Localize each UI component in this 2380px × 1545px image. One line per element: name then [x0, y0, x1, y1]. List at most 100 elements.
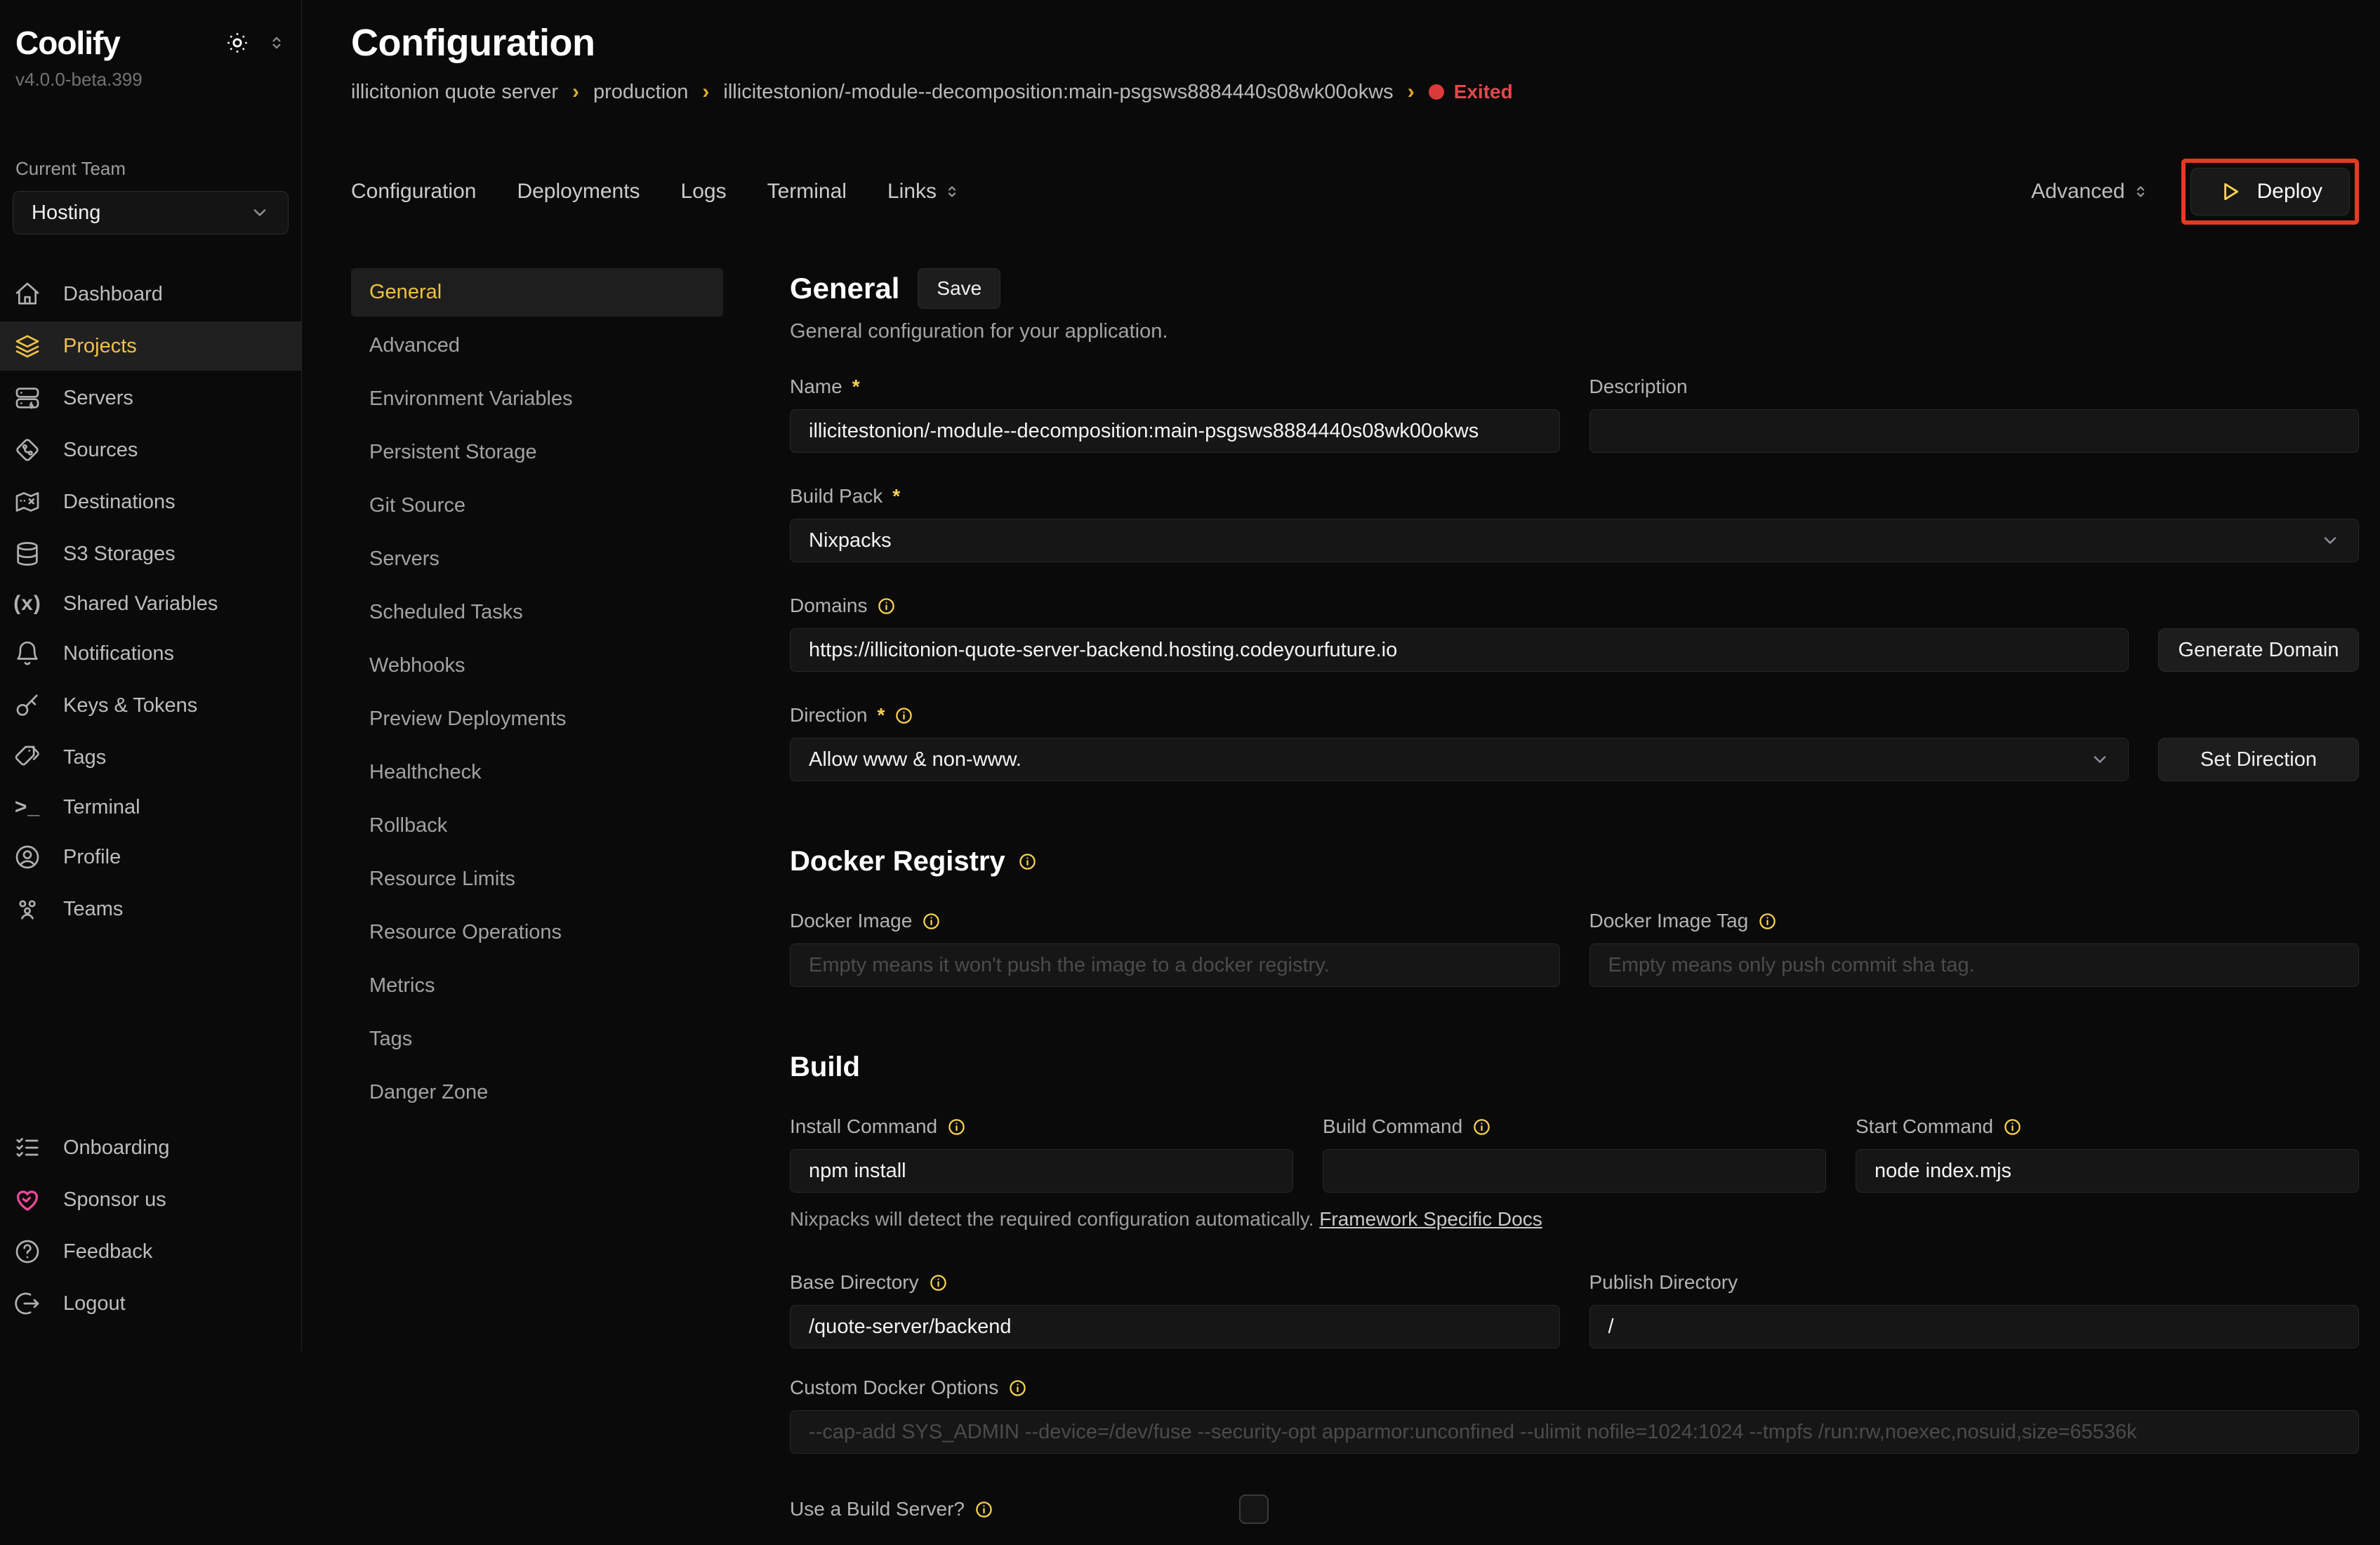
name-input[interactable]	[790, 409, 1560, 453]
sidebar-item-label: Feedback	[63, 1240, 152, 1264]
deploy-button-label: Deploy	[2257, 180, 2322, 204]
chevron-right-icon: ›	[702, 80, 709, 104]
domains-label: Domains	[790, 595, 2129, 617]
sidebar-item-notifications[interactable]: Notifications	[0, 629, 301, 678]
subnav-item-persistent-storage[interactable]: Persistent Storage	[351, 428, 723, 477]
direction-value: Allow www & non-www.	[809, 748, 1022, 771]
database-icon	[13, 540, 42, 568]
sidebar-item-logout[interactable]: Logout	[0, 1279, 301, 1328]
direction-label: Direction *	[790, 704, 2129, 727]
publish-directory-input[interactable]	[1589, 1305, 2360, 1348]
info-icon	[894, 706, 913, 725]
subnav-item-scheduled-tasks[interactable]: Scheduled Tasks	[351, 588, 723, 637]
docker-image-label: Docker Image	[790, 910, 1560, 932]
section-title-docker-registry: Docker Registry	[790, 846, 2359, 877]
set-direction-button[interactable]: Set Direction	[2158, 738, 2359, 781]
subnav-item-general[interactable]: General	[351, 268, 723, 317]
direction-select[interactable]: Allow www & non-www.	[790, 738, 2129, 781]
tab-logs[interactable]: Logs	[681, 180, 727, 204]
tab-configuration[interactable]: Configuration	[351, 180, 476, 204]
tab-terminal[interactable]: Terminal	[767, 180, 847, 204]
sidebar-item-tags[interactable]: Tags	[0, 733, 301, 782]
subnav-item-metrics[interactable]: Metrics	[351, 962, 723, 1010]
info-icon	[1018, 852, 1037, 871]
subnav-item-healthcheck[interactable]: Healthcheck	[351, 748, 723, 797]
sidebar-item-feedback[interactable]: Feedback	[0, 1227, 301, 1276]
chevrons-up-down-icon	[944, 183, 960, 200]
sidebar-nav: Dashboard Projects Servers Sources Desti…	[13, 268, 289, 935]
docker-image-tag-label: Docker Image Tag	[1589, 910, 2360, 932]
team-select[interactable]: Hosting	[13, 191, 289, 234]
subnav-item-resource-limits[interactable]: Resource Limits	[351, 855, 723, 903]
theme-toggle-sun-icon[interactable]	[225, 31, 249, 55]
save-button[interactable]: Save	[918, 268, 1000, 309]
subnav-item-webhooks[interactable]: Webhooks	[351, 642, 723, 690]
framework-docs-link[interactable]: Framework Specific Docs	[1319, 1208, 1542, 1230]
sidebar-item-sources[interactable]: Sources	[0, 425, 301, 475]
custom-docker-options-label: Custom Docker Options	[790, 1377, 2359, 1399]
subnav-item-git-source[interactable]: Git Source	[351, 482, 723, 530]
breadcrumb-application[interactable]: illicitestonion/-module--decomposition:m…	[723, 81, 1393, 104]
home-icon	[13, 280, 42, 308]
build-server-checkbox[interactable]	[1239, 1494, 1269, 1524]
info-icon	[929, 1273, 948, 1292]
custom-docker-options-input[interactable]	[790, 1410, 2359, 1454]
domains-input[interactable]	[790, 628, 2129, 672]
base-directory-input[interactable]	[790, 1305, 1560, 1348]
server-icon	[13, 384, 42, 412]
breadcrumb: illicitonion quote server › production ›…	[351, 80, 2359, 104]
build-pack-select[interactable]: Nixpacks	[790, 519, 2359, 562]
section-title-general: General	[790, 272, 899, 305]
status-badge: Exited	[1429, 81, 1513, 103]
sidebar-item-shared-variables[interactable]: (x) Shared Variables	[0, 581, 301, 626]
subnav-item-resource-operations[interactable]: Resource Operations	[351, 908, 723, 957]
app-version: v4.0.0-beta.399	[15, 69, 289, 91]
subnav-item-danger-zone[interactable]: Danger Zone	[351, 1068, 723, 1117]
sidebar-item-keys-tokens[interactable]: Keys & Tokens	[0, 681, 301, 730]
publish-directory-label: Publish Directory	[1589, 1271, 2360, 1294]
sidebar-item-label: Tags	[63, 746, 106, 769]
sidebar-item-label: Destinations	[63, 491, 176, 514]
breadcrumb-environment[interactable]: production	[593, 81, 688, 104]
docker-image-input[interactable]	[790, 943, 1560, 987]
theme-select-chevrons-icon[interactable]	[267, 34, 286, 52]
sidebar-item-servers[interactable]: Servers	[0, 373, 301, 423]
tag-icon	[13, 743, 42, 771]
team-select-value: Hosting	[32, 201, 100, 225]
sidebar-item-dashboard[interactable]: Dashboard	[0, 270, 301, 319]
install-command-input[interactable]	[790, 1149, 1293, 1193]
tab-links[interactable]: Links	[887, 180, 960, 204]
sidebar-item-projects[interactable]: Projects	[0, 321, 301, 371]
subnav-item-preview-deployments[interactable]: Preview Deployments	[351, 695, 723, 743]
subnav-item-servers[interactable]: Servers	[351, 535, 723, 583]
chevrons-up-down-icon	[2132, 183, 2149, 200]
subnav-item-rollback[interactable]: Rollback	[351, 802, 723, 850]
logout-icon	[13, 1289, 42, 1318]
chevron-down-icon	[2090, 750, 2110, 769]
sidebar-item-sponsor-us[interactable]: Sponsor us	[0, 1175, 301, 1224]
generate-domain-button[interactable]: Generate Domain	[2158, 628, 2359, 672]
current-team-label: Current Team	[15, 158, 289, 180]
sidebar-item-label: Logout	[63, 1292, 126, 1315]
sidebar-item-teams[interactable]: Teams	[0, 884, 301, 934]
advanced-dropdown[interactable]: Advanced	[2031, 180, 2148, 204]
sidebar-item-destinations[interactable]: Destinations	[0, 477, 301, 526]
breadcrumb-project[interactable]: illicitonion quote server	[351, 81, 558, 104]
sidebar-item-s3-storages[interactable]: S3 Storages	[0, 529, 301, 578]
sidebar-item-onboarding[interactable]: Onboarding	[0, 1123, 301, 1172]
docker-image-tag-input[interactable]	[1589, 943, 2360, 987]
start-command-input[interactable]	[1856, 1149, 2359, 1193]
sidebar-item-profile[interactable]: Profile	[0, 833, 301, 882]
description-input[interactable]	[1589, 409, 2360, 453]
subnav-item-advanced[interactable]: Advanced	[351, 321, 723, 370]
page-title: Configuration	[351, 21, 2359, 65]
build-command-input[interactable]	[1323, 1149, 1826, 1193]
subnav-item-environment-variables[interactable]: Environment Variables	[351, 375, 723, 423]
sidebar-item-label: Dashboard	[63, 283, 163, 306]
sidebar-item-terminal[interactable]: >_ Terminal	[0, 785, 301, 830]
heart-hands-icon	[13, 1186, 42, 1214]
sidebar-item-label: Profile	[63, 846, 121, 869]
tab-deployments[interactable]: Deployments	[517, 180, 640, 204]
subnav-item-tags[interactable]: Tags	[351, 1015, 723, 1063]
deploy-button[interactable]: Deploy	[2190, 168, 2350, 215]
